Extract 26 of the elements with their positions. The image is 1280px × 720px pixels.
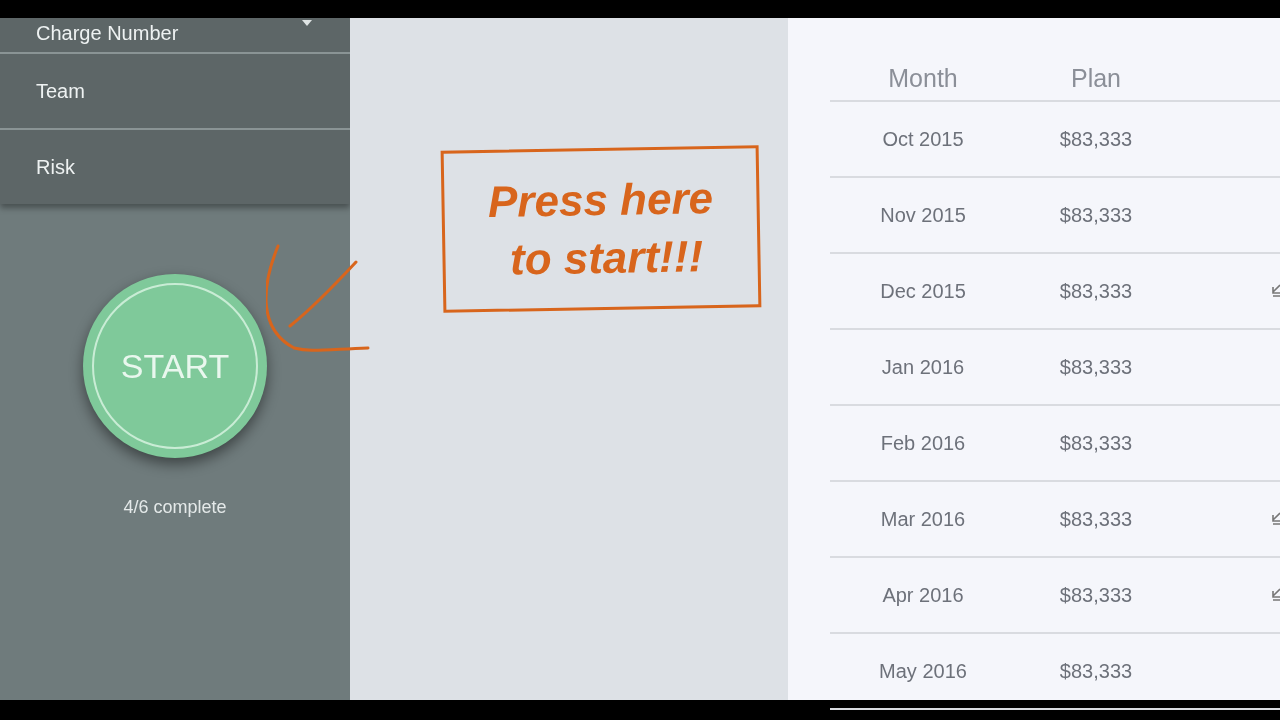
table-cell-text: $83,333 [1058,431,1134,456]
table-cell-text: $83,333 [1058,659,1134,684]
table-cell-text: Dec 2015 [879,279,967,304]
caret-icon [302,20,312,26]
arrow-icon[interactable] [1272,588,1280,602]
table-cell-text: Feb 2016 [879,431,967,456]
table-cell-text: Apr 2016 [881,583,965,608]
table-cell-text: $83,333 [1058,355,1134,380]
sidebar-item[interactable]: Charge Number [0,18,350,52]
column-header: Month [887,63,959,95]
progress-text: 4/6 complete [123,496,227,519]
table-cell-text: $83,333 [1058,583,1134,608]
arrow-icon[interactable] [1272,512,1280,526]
table-cell-text: $83,333 [1058,203,1134,228]
table-cell-text: $83,333 [1058,127,1134,152]
table-cell-text: Nov 2015 [879,203,967,228]
table-cell-text: May 2016 [878,659,968,684]
column-header: Plan [1069,63,1122,95]
arrow-icon[interactable] [1272,284,1280,298]
table-cell-text: Oct 2015 [881,127,965,152]
annotation-text: Press here [487,172,714,228]
annotation-text: to start!!! [508,230,704,286]
table-cell-text: $83,333 [1058,507,1134,532]
table-cell-text: Mar 2016 [879,507,967,532]
table-cell-text: $83,333 [1058,279,1134,304]
table-cell-text: Jan 2016 [880,355,966,380]
